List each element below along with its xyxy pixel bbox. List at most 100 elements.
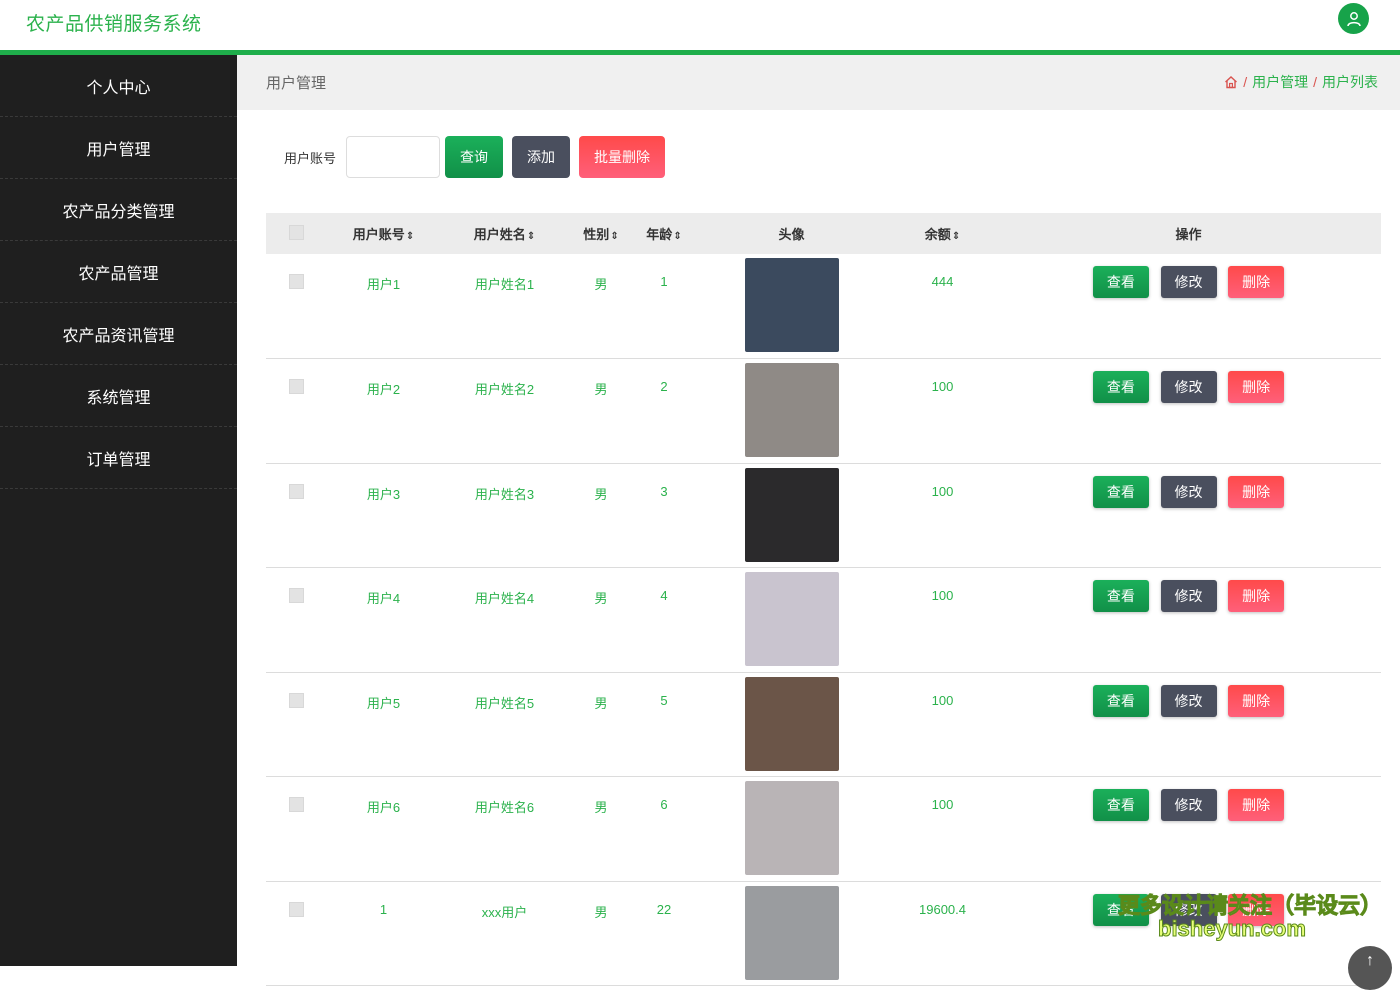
delete-button[interactable]: 删除	[1228, 789, 1285, 821]
view-button[interactable]: 查看	[1092, 580, 1149, 612]
user-avatar[interactable]	[1338, 3, 1369, 34]
delete-button[interactable]: 删除	[1228, 580, 1285, 612]
cell-age: 6	[660, 797, 668, 812]
cell-balance: 100	[931, 379, 954, 394]
sidebar: 个人中心 用户管理 农产品分类管理 农产品管理 农产品资讯管理 系统管理 订单管…	[0, 55, 237, 966]
top-bar: 农产品供销服务系统	[0, 0, 1400, 50]
edit-button[interactable]: 修改	[1160, 580, 1217, 612]
cell-age: 5	[660, 692, 668, 708]
breadcrumb: / 用户管理 / 用户列表	[1224, 72, 1378, 92]
cell-gender: 男	[594, 277, 608, 292]
delete-button[interactable]: 删除	[1228, 475, 1285, 508]
view-button[interactable]: 查看	[1092, 371, 1149, 403]
user-table: 用户账号 用户姓名 性别 年龄 头像 余额 操作 用户1 用户姓名1 男 1 4…	[266, 213, 1381, 986]
edit-button[interactable]: 修改	[1160, 266, 1217, 298]
view-button[interactable]: 查看	[1092, 266, 1149, 298]
batch-delete-button[interactable]: 批量删除	[579, 136, 666, 178]
table-header-row: 用户账号 用户姓名 性别 年龄 头像 余额 操作	[266, 213, 1381, 254]
column-header-avatar: 头像	[778, 227, 805, 242]
sidebar-item-category-management[interactable]: 农产品分类管理	[0, 179, 237, 241]
cell-balance: 100	[931, 797, 954, 812]
cell-gender: 男	[594, 382, 608, 397]
query-button[interactable]: 查询	[445, 136, 504, 178]
cell-balance: 100	[931, 588, 954, 603]
cell-age: 2	[660, 379, 668, 394]
column-header-balance[interactable]: 余额	[889, 213, 996, 254]
sidebar-item-news-management[interactable]: 农产品资讯管理	[0, 303, 237, 365]
cell-name: 用户姓名1	[474, 277, 535, 292]
breadcrumb-separator: /	[1313, 74, 1317, 90]
avatar-photo	[744, 676, 839, 771]
cell-name: 用户姓名4	[474, 591, 535, 606]
column-header-name[interactable]: 用户姓名	[441, 213, 568, 254]
sidebar-item-user-management[interactable]: 用户管理	[0, 117, 237, 179]
avatar-photo	[744, 572, 839, 666]
table-row: 用户5 用户姓名5 男 5 100 查看 修改 删除	[266, 672, 1381, 777]
row-checkbox[interactable]	[288, 274, 304, 289]
row-checkbox[interactable]	[288, 379, 304, 394]
cell-account: 用户1	[366, 277, 401, 292]
view-button[interactable]: 查看	[1092, 684, 1149, 717]
edit-button[interactable]: 修改	[1160, 475, 1217, 508]
cell-age: 3	[660, 483, 668, 499]
column-header-account[interactable]: 用户账号	[326, 213, 441, 254]
cell-name: 用户姓名2	[474, 382, 535, 397]
sidebar-item-order-management[interactable]: 订单管理	[0, 427, 237, 489]
table-row: 用户3 用户姓名3 男 3 100 查看 修改 删除	[266, 463, 1381, 568]
view-button[interactable]: 查看	[1092, 475, 1149, 508]
cell-balance: 19600.4	[919, 901, 966, 917]
avatar-photo	[744, 885, 839, 980]
edit-button[interactable]: 修改	[1160, 789, 1217, 821]
user-account-label: 用户账号	[284, 150, 337, 166]
cell-balance: 100	[931, 692, 954, 708]
column-header-age[interactable]: 年龄	[634, 213, 694, 254]
user-account-input[interactable]	[346, 136, 441, 178]
home-icon[interactable]	[1224, 75, 1238, 89]
delete-button[interactable]: 删除	[1228, 684, 1285, 717]
cell-name: 用户姓名6	[474, 800, 535, 815]
page-header: 用户管理 / 用户管理 / 用户列表	[237, 55, 1400, 110]
delete-button[interactable]: 删除	[1228, 266, 1285, 298]
row-checkbox[interactable]	[288, 901, 304, 917]
select-all-checkbox[interactable]	[288, 224, 304, 240]
app-title: 农产品供销服务系统	[26, 14, 202, 35]
breadcrumb-separator: /	[1243, 74, 1248, 90]
cell-gender: 男	[594, 695, 608, 711]
cell-age: 22	[656, 901, 672, 917]
avatar-photo	[744, 258, 839, 352]
sidebar-item-system-management[interactable]: 系统管理	[0, 365, 237, 427]
row-checkbox[interactable]	[288, 797, 304, 812]
cell-account: 用户2	[366, 382, 401, 397]
cell-gender: 男	[594, 800, 608, 815]
cell-account: 用户5	[366, 695, 401, 711]
column-header-actions: 操作	[1175, 227, 1202, 242]
watermark: 更多设计请关注（毕设云） bisheyun.com	[1118, 888, 1383, 942]
cell-gender: 男	[594, 904, 608, 920]
table-row: 用户4 用户姓名4 男 4 100 查看 修改 删除	[266, 568, 1381, 672]
delete-button[interactable]: 删除	[1228, 371, 1285, 403]
edit-button[interactable]: 修改	[1160, 684, 1217, 717]
sidebar-item-product-management[interactable]: 农产品管理	[0, 241, 237, 303]
row-checkbox[interactable]	[288, 588, 304, 603]
arrow-up-icon: ↑	[1366, 952, 1374, 969]
cell-gender: 男	[594, 591, 608, 606]
cell-balance: 444	[931, 274, 954, 289]
cell-name: 用户姓名5	[474, 695, 535, 711]
sidebar-item-personal-center[interactable]: 个人中心	[0, 55, 237, 117]
table-row: 用户2 用户姓名2 男 2 100 查看 修改 删除	[266, 359, 1381, 463]
cell-gender: 男	[594, 486, 608, 502]
cell-name: xxx用户	[481, 904, 528, 920]
row-checkbox[interactable]	[288, 692, 304, 708]
cell-name: 用户姓名3	[474, 486, 535, 502]
edit-button[interactable]: 修改	[1160, 371, 1217, 403]
view-button[interactable]: 查看	[1092, 789, 1149, 821]
row-checkbox[interactable]	[288, 483, 304, 499]
avatar-photo	[744, 363, 839, 457]
cell-age: 4	[660, 588, 668, 603]
add-button[interactable]: 添加	[512, 136, 571, 178]
breadcrumb-user-management[interactable]: 用户管理	[1252, 72, 1308, 92]
column-header-gender[interactable]: 性别	[568, 213, 634, 254]
back-to-top-button[interactable]: ↑	[1348, 946, 1392, 990]
cell-balance: 100	[931, 483, 954, 499]
cell-account: 用户3	[366, 486, 401, 502]
